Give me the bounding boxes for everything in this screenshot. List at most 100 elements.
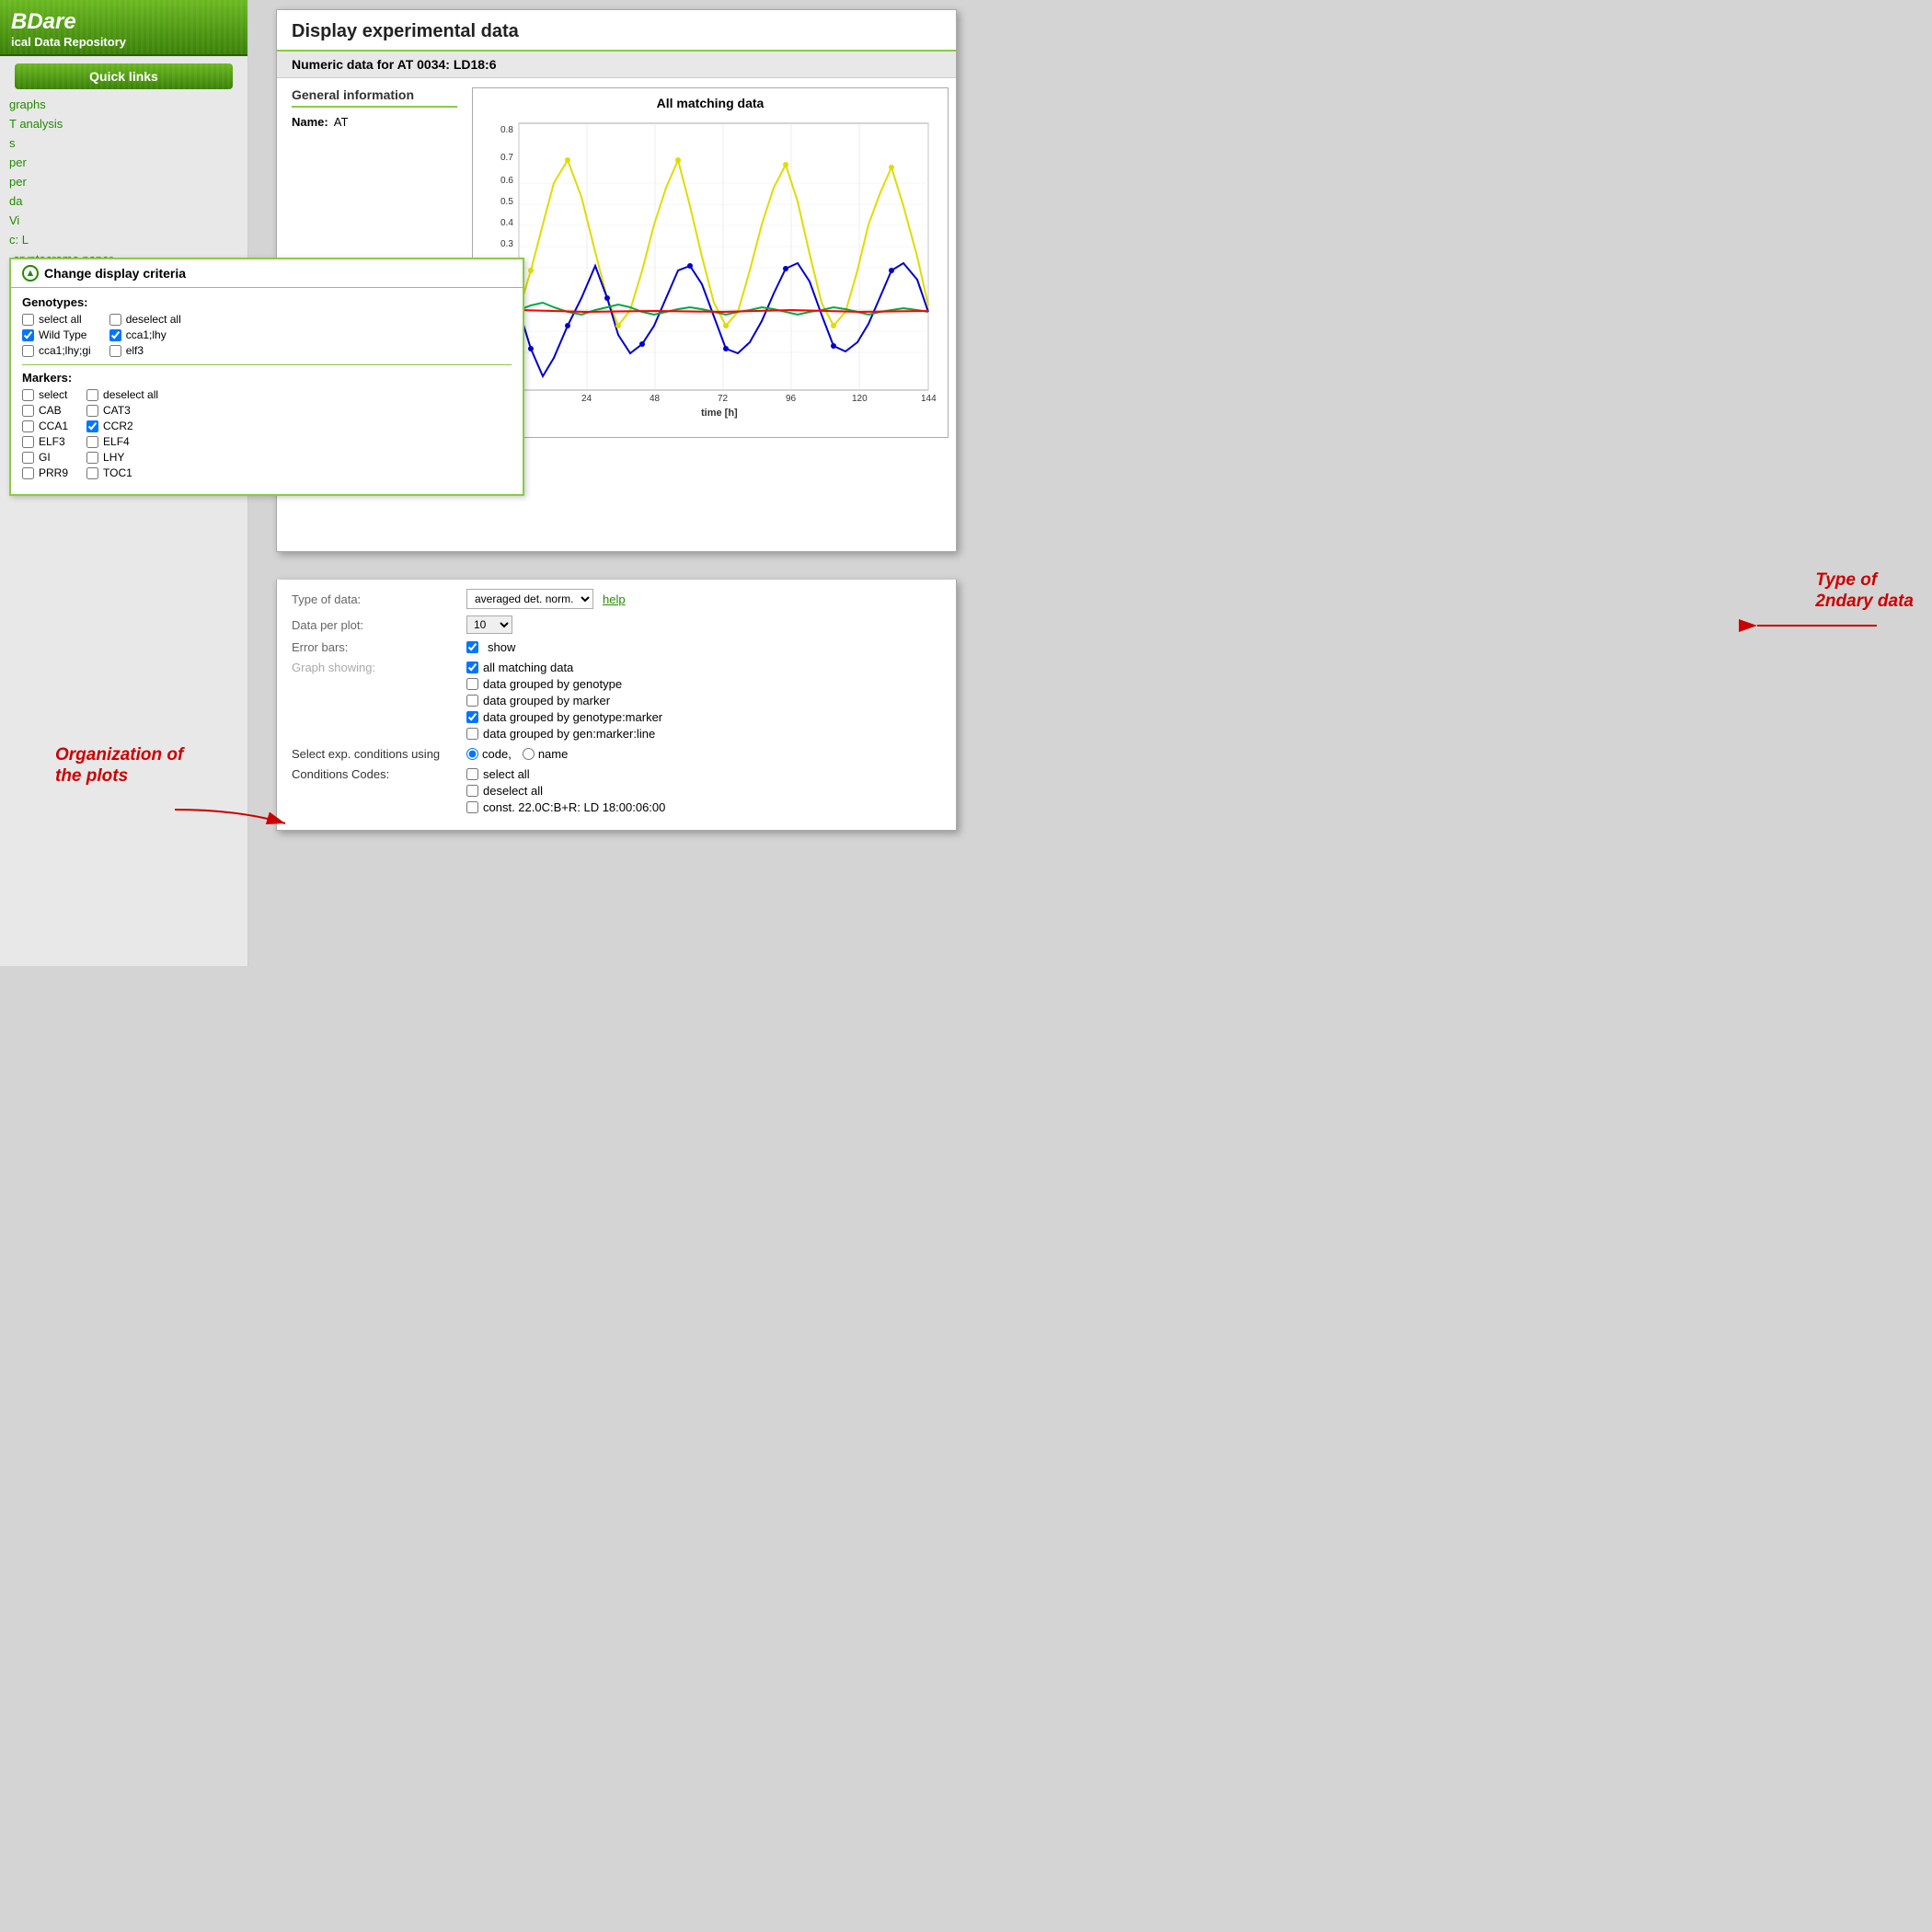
- cond-deselect-all[interactable]: deselect all: [466, 784, 665, 798]
- graph-opt-by-gen-marker-line[interactable]: data grouped by gen:marker:line: [466, 727, 662, 741]
- cb-deselect-all-marker-input[interactable]: [86, 389, 98, 401]
- graph-opt-by-genotype[interactable]: data grouped by genotype: [466, 677, 662, 691]
- sidebar-link-cl[interactable]: c: L: [0, 230, 247, 249]
- graph-opt-all-matching-cb[interactable]: [466, 661, 478, 673]
- svg-text:144: 144: [921, 394, 937, 404]
- cb-lhy-input[interactable]: [86, 452, 98, 464]
- sidebar-link-per2[interactable]: per: [0, 172, 247, 191]
- genotype-left-col: select all Wild Type cca1;lhy;gi: [22, 313, 91, 357]
- bottom-panel: Type of data: averaged det. norm. help D…: [276, 580, 957, 831]
- genotype-right-col: deselect all cca1;lhy elf3: [109, 313, 181, 357]
- svg-text:0.5: 0.5: [500, 197, 513, 207]
- cond-const[interactable]: const. 22.0C:B+R: LD 18:00:06:00: [466, 800, 665, 814]
- cb-select-marker-input[interactable]: [22, 389, 34, 401]
- app-subtitle: ical Data Repository: [11, 35, 236, 49]
- sidebar-link-vi[interactable]: Vi: [0, 211, 247, 230]
- cb-cca1-input[interactable]: [22, 420, 34, 432]
- type-of-data-select[interactable]: averaged det. norm.: [466, 589, 593, 609]
- cond-const-cb[interactable]: [466, 801, 478, 813]
- type-of-data-label: Type of data:: [292, 592, 457, 606]
- cb-elf3[interactable]: elf3: [109, 344, 181, 357]
- radio-code-input[interactable]: [466, 748, 478, 760]
- cb-cca1-lhy-input[interactable]: [109, 329, 121, 341]
- svg-text:0.7: 0.7: [500, 153, 513, 163]
- markers-left-col: select CAB CCA1 ELF3 GI: [22, 388, 68, 479]
- svg-text:0.8: 0.8: [500, 125, 513, 135]
- radio-name[interactable]: name: [523, 747, 569, 761]
- help-link[interactable]: help: [603, 592, 626, 606]
- cb-gi[interactable]: GI: [22, 451, 68, 464]
- cb-cca1-lhy-gi[interactable]: cca1;lhy;gi: [22, 344, 91, 357]
- sidebar-link-graphs[interactable]: graphs: [0, 95, 247, 114]
- cb-prr9-input[interactable]: [22, 467, 34, 479]
- cb-elf3-input[interactable]: [109, 345, 121, 357]
- markers-right-col: deselect all CAT3 CCR2 ELF4 LHY: [86, 388, 158, 479]
- sidebar-link-t-analysis[interactable]: T analysis: [0, 114, 247, 133]
- numeric-data-header: Numeric data for AT 0034: LD18:6: [277, 52, 956, 78]
- select-exp-label: Select exp. conditions using: [292, 747, 457, 761]
- cb-select-marker[interactable]: select: [22, 388, 68, 401]
- graph-showing-label: Graph showing:: [292, 661, 457, 674]
- graph-showing-row: Graph showing: all matching data data gr…: [292, 661, 941, 741]
- cb-toc1-input[interactable]: [86, 467, 98, 479]
- arrow-type-2ndary: [1730, 607, 1914, 644]
- cb-wild-type-input[interactable]: [22, 329, 34, 341]
- cb-elf4-input[interactable]: [86, 436, 98, 448]
- graph-opt-by-gen-marker-line-cb[interactable]: [466, 728, 478, 740]
- cb-deselect-all-genotype-input[interactable]: [109, 314, 121, 326]
- cb-deselect-all-genotype[interactable]: deselect all: [109, 313, 181, 326]
- radio-code[interactable]: code,: [466, 747, 512, 761]
- cb-wild-type[interactable]: Wild Type: [22, 328, 91, 341]
- error-bars-checkbox[interactable]: [466, 641, 478, 653]
- conditions-codes-row: Conditions Codes: select all deselect al…: [292, 767, 941, 814]
- sidebar-link-da[interactable]: da: [0, 191, 247, 211]
- cb-select-all-genotype[interactable]: select all: [22, 313, 91, 326]
- svg-text:24: 24: [581, 394, 592, 404]
- cb-cab[interactable]: CAB: [22, 404, 68, 417]
- app-title: BDare: [11, 9, 236, 35]
- cb-gi-input[interactable]: [22, 452, 34, 464]
- criteria-divider-1: [22, 364, 512, 365]
- type-of-data-row: Type of data: averaged det. norm. help: [292, 589, 941, 609]
- cb-elf3-marker-input[interactable]: [22, 436, 34, 448]
- cb-prr9[interactable]: PRR9: [22, 466, 68, 479]
- cb-deselect-all-marker[interactable]: deselect all: [86, 388, 158, 401]
- criteria-icon: ▲: [22, 265, 39, 282]
- annotation-type-2ndary: Type of2ndary data: [1815, 570, 1914, 613]
- graph-opt-by-genotype-cb[interactable]: [466, 678, 478, 690]
- sidebar-link-per1[interactable]: per: [0, 153, 247, 172]
- graph-options-list: all matching data data grouped by genoty…: [466, 661, 662, 741]
- conditions-codes-label: Conditions Codes:: [292, 767, 457, 781]
- cb-elf3-marker[interactable]: ELF3: [22, 435, 68, 448]
- cb-cca1[interactable]: CCA1: [22, 420, 68, 432]
- graph-opt-by-geno-marker-cb[interactable]: [466, 711, 478, 723]
- sidebar-link-s[interactable]: s: [0, 133, 247, 153]
- svg-text:0.6: 0.6: [500, 176, 513, 186]
- cb-select-all-genotype-input[interactable]: [22, 314, 34, 326]
- radio-name-input[interactable]: [523, 748, 535, 760]
- cb-lhy[interactable]: LHY: [86, 451, 158, 464]
- name-label: Name:: [292, 115, 328, 129]
- cb-cat3-input[interactable]: [86, 405, 98, 417]
- cb-toc1[interactable]: TOC1: [86, 466, 158, 479]
- cb-elf4[interactable]: ELF4: [86, 435, 158, 448]
- cb-cca1-lhy[interactable]: cca1;lhy: [109, 328, 181, 341]
- conditions-list: select all deselect all const. 22.0C:B+R…: [466, 767, 665, 814]
- error-bars-show-label: show: [488, 640, 515, 654]
- cb-ccr2[interactable]: CCR2: [86, 420, 158, 432]
- data-per-plot-select[interactable]: 10: [466, 615, 512, 634]
- svg-text:0.3: 0.3: [500, 239, 513, 249]
- cb-cat3[interactable]: CAT3: [86, 404, 158, 417]
- graph-opt-by-geno-marker[interactable]: data grouped by genotype:marker: [466, 710, 662, 724]
- cond-select-all[interactable]: select all: [466, 767, 665, 781]
- graph-opt-all-matching[interactable]: all matching data: [466, 661, 662, 674]
- cond-deselect-all-cb[interactable]: [466, 785, 478, 797]
- quick-links-bar: Quick links: [15, 63, 233, 89]
- cb-ccr2-input[interactable]: [86, 420, 98, 432]
- cb-cca1-lhy-gi-input[interactable]: [22, 345, 34, 357]
- graph-opt-by-marker-cb[interactable]: [466, 695, 478, 707]
- graph-opt-by-marker[interactable]: data grouped by marker: [466, 694, 662, 707]
- cb-cab-input[interactable]: [22, 405, 34, 417]
- general-info-heading: General information: [292, 87, 457, 108]
- cond-select-all-cb[interactable]: [466, 768, 478, 780]
